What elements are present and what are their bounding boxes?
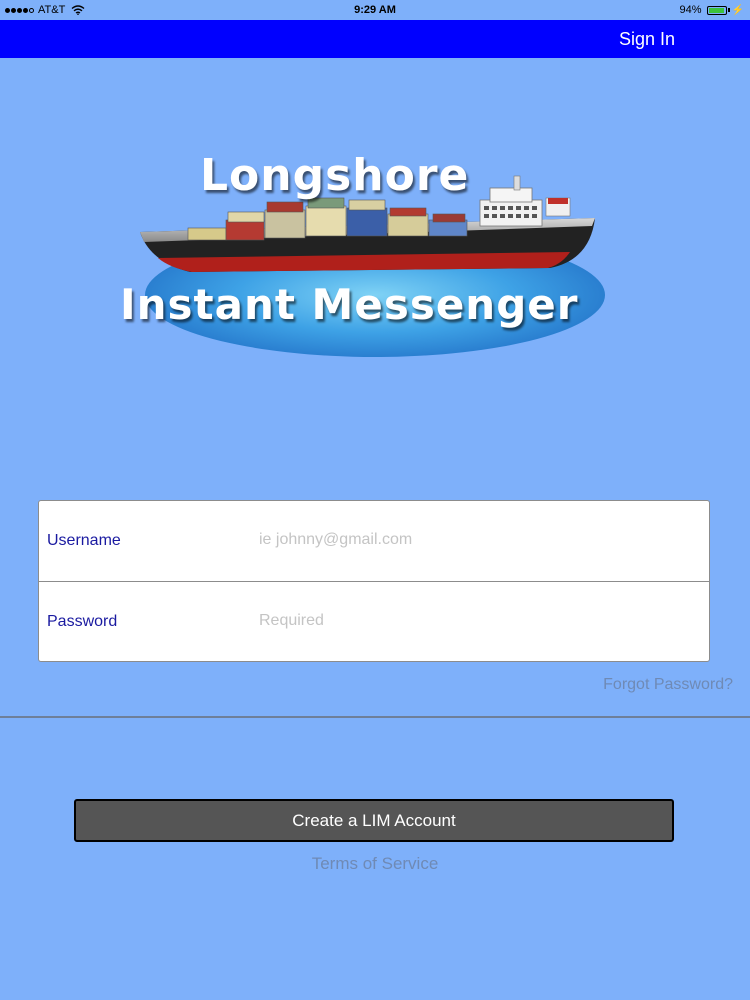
battery-tip <box>727 8 730 12</box>
bolt-icon: ⚡ <box>731 4 744 16</box>
divider <box>0 716 750 718</box>
password-label: Password <box>47 613 118 630</box>
username-label: Username <box>47 532 121 549</box>
logo-title-line1: Longshore <box>200 150 470 201</box>
app-logo: Longshore Instant Messenger <box>110 140 640 370</box>
username-row: Username <box>39 501 709 582</box>
password-row: Password <box>39 582 709 662</box>
password-input[interactable] <box>259 608 689 634</box>
status-bar: AT&T 9:29 AM 94% ⚡ <box>0 0 750 20</box>
terms-of-service-link[interactable]: Terms of Service <box>0 854 750 874</box>
forgot-password-link[interactable]: Forgot Password? <box>603 676 733 694</box>
battery-icon <box>706 5 727 15</box>
logo-title-line2: Instant Messenger <box>120 280 579 329</box>
create-account-button[interactable]: Create a LIM Account <box>74 799 674 842</box>
battery-percent: 94% <box>679 4 702 16</box>
nav-bar: Sign In <box>0 20 750 58</box>
sign-in-button[interactable]: Sign In <box>619 29 675 50</box>
battery-fill <box>708 7 724 13</box>
username-input[interactable] <box>259 527 689 553</box>
login-form: Username Password <box>38 500 710 662</box>
status-time: 9:29 AM <box>354 4 396 16</box>
status-right: 94% ⚡ <box>680 4 744 16</box>
